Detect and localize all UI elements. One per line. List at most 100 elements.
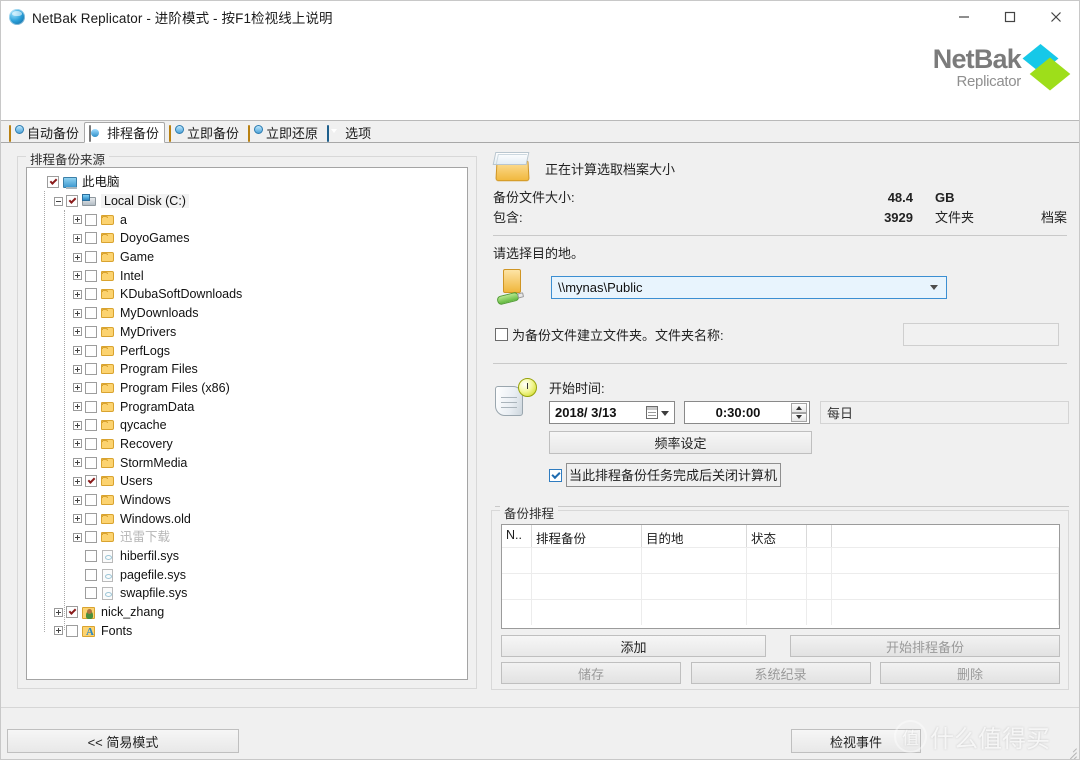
tree-node[interactable]: MyDrivers	[35, 323, 467, 342]
expand-icon[interactable]	[73, 495, 82, 505]
source-tree[interactable]: 此电脑 Local Disk (C:) a DoyoGames Game Intel KDu…	[27, 168, 467, 640]
tree-node-checkbox[interactable]	[85, 344, 97, 357]
expand-icon[interactable]	[73, 402, 82, 412]
table-column-header[interactable]: 目的地	[642, 525, 747, 547]
tree-node[interactable]: swapfile.sys	[35, 584, 467, 603]
simple-mode-button[interactable]: << 简易模式	[7, 729, 239, 753]
tab-restore-now[interactable]: 立即还原	[244, 122, 323, 143]
delete-button[interactable]: 删除	[880, 662, 1060, 684]
tree-node-checkbox[interactable]	[66, 606, 78, 619]
table-row[interactable]	[502, 599, 1059, 625]
save-button[interactable]: 储存	[501, 662, 681, 684]
time-stepper[interactable]	[791, 403, 807, 422]
maximize-button[interactable]	[987, 1, 1033, 32]
tree-node[interactable]: Program Files (x86)	[35, 379, 467, 398]
tree-node[interactable]: MyDownloads	[35, 304, 467, 323]
start-time-input[interactable]: 0:30:00	[684, 401, 810, 424]
tree-node[interactable]: hiberfil.sys	[35, 547, 467, 566]
table-row[interactable]	[502, 573, 1059, 599]
expand-icon[interactable]	[73, 252, 82, 262]
tab-options[interactable]: 选项	[323, 122, 376, 143]
expand-icon[interactable]	[73, 327, 82, 337]
expand-icon[interactable]	[73, 215, 82, 225]
tree-node[interactable]: 迅雷下载	[35, 528, 467, 547]
add-schedule-button[interactable]: 添加	[501, 635, 766, 657]
expand-icon[interactable]	[73, 476, 82, 486]
start-date-input[interactable]: 2018/ 3/13	[549, 401, 675, 424]
tab-auto-backup[interactable]: 自动备份	[5, 122, 84, 143]
stepper-down-icon[interactable]	[791, 412, 807, 422]
create-folder-checkbox[interactable]	[495, 327, 508, 341]
destination-combo[interactable]: \\mynas\Public	[551, 275, 947, 299]
expand-icon[interactable]	[73, 346, 82, 356]
expand-icon[interactable]	[73, 458, 82, 468]
expand-icon[interactable]	[73, 364, 82, 374]
tree-node[interactable]: Game	[35, 248, 467, 267]
tree-node[interactable]: Fonts	[35, 622, 467, 641]
tree-node-checkbox[interactable]	[85, 269, 97, 282]
table-column-header[interactable]: 状态	[747, 525, 807, 547]
tree-node[interactable]: nick_zhang	[35, 603, 467, 622]
tree-node-checkbox[interactable]	[85, 568, 97, 581]
tab-backup-now[interactable]: 立即备份	[165, 122, 244, 143]
tree-node-checkbox[interactable]	[85, 587, 97, 600]
expand-icon[interactable]	[54, 607, 63, 617]
collapse-icon[interactable]	[54, 196, 63, 206]
tree-node[interactable]: Intel	[35, 266, 467, 285]
stepper-up-icon[interactable]	[791, 403, 807, 413]
tree-node[interactable]: pagefile.sys	[35, 565, 467, 584]
tree-node-checkbox[interactable]	[85, 512, 97, 525]
table-column-header[interactable]: 排程备份	[532, 525, 642, 547]
expand-icon[interactable]	[73, 383, 82, 393]
table-column-header[interactable]	[807, 525, 832, 547]
expand-icon[interactable]	[73, 233, 82, 243]
tree-node-checkbox[interactable]	[85, 437, 97, 450]
tree-node-checkbox[interactable]	[85, 232, 97, 245]
tree-node[interactable]: DoyoGames	[35, 229, 467, 248]
table-body[interactable]	[502, 547, 1059, 625]
expand-icon[interactable]	[73, 514, 82, 524]
tree-node[interactable]: KDubaSoftDownloads	[35, 285, 467, 304]
tree-node[interactable]: Windows.old	[35, 509, 467, 528]
tree-node-checkbox[interactable]	[85, 251, 97, 264]
table-row[interactable]	[502, 547, 1059, 573]
minimize-button[interactable]	[941, 1, 987, 32]
tree-node-checkbox[interactable]	[85, 400, 97, 413]
tree-node[interactable]: StormMedia	[35, 453, 467, 472]
tree-node-checkbox[interactable]	[85, 494, 97, 507]
expand-icon[interactable]	[54, 626, 63, 636]
tree-node-checkbox[interactable]	[85, 419, 97, 432]
expand-icon[interactable]	[73, 289, 82, 299]
tree-node-checkbox[interactable]	[85, 456, 97, 469]
tree-node-checkbox[interactable]	[85, 288, 97, 301]
tree-node-checkbox[interactable]	[66, 624, 78, 637]
tree-node-checkbox[interactable]	[85, 213, 97, 226]
table-column-header[interactable]	[832, 525, 1059, 547]
tree-node-checkbox[interactable]	[85, 325, 97, 338]
tree-node-checkbox[interactable]	[85, 307, 97, 320]
resize-grip[interactable]	[1063, 744, 1077, 759]
frequency-settings-button[interactable]: 频率设定	[549, 431, 812, 454]
tree-node[interactable]: Users	[35, 472, 467, 491]
start-schedule-backup-button[interactable]: 开始排程备份	[790, 635, 1060, 657]
expand-icon[interactable]	[73, 532, 82, 542]
expand-icon[interactable]	[73, 271, 82, 281]
tree-node[interactable]: a	[35, 210, 467, 229]
system-log-button[interactable]: 系统纪录	[690, 662, 871, 684]
tree-node-checkbox[interactable]	[66, 195, 78, 208]
tree-node-checkbox[interactable]	[85, 475, 97, 488]
close-button[interactable]	[1033, 1, 1079, 32]
tree-node[interactable]: qycache	[35, 416, 467, 435]
tree-node-checkbox[interactable]	[85, 363, 97, 376]
tree-node[interactable]: PerfLogs	[35, 341, 467, 360]
tree-node[interactable]: ProgramData	[35, 397, 467, 416]
table-column-header[interactable]: N..	[502, 525, 532, 547]
folder-name-input[interactable]	[903, 322, 1059, 346]
expand-icon[interactable]	[73, 439, 82, 449]
schedule-table[interactable]: N.. 排程备份 目的地 状态	[501, 524, 1060, 629]
source-tree-panel[interactable]: 此电脑 Local Disk (C:) a DoyoGames Game Intel KDu…	[26, 167, 468, 680]
tree-node-checkbox[interactable]	[85, 531, 97, 544]
expand-icon[interactable]	[73, 308, 82, 318]
tree-node[interactable]: Windows	[35, 491, 467, 510]
tree-node-checkbox[interactable]	[47, 176, 59, 189]
